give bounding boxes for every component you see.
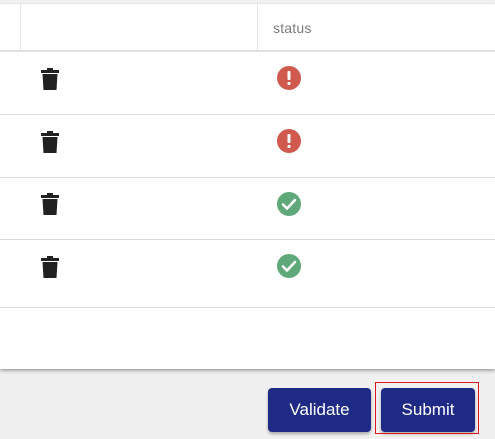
table-row <box>0 178 495 240</box>
data-table: status <box>0 4 495 369</box>
check-circle-icon <box>277 254 301 278</box>
trash-icon[interactable] <box>41 68 59 90</box>
exclamation-circle-icon <box>277 129 301 153</box>
column-divider <box>20 4 21 50</box>
table-row <box>0 115 495 178</box>
exclamation-circle-icon <box>277 66 301 90</box>
table-header-row: status <box>0 4 495 52</box>
trash-icon[interactable] <box>41 256 59 278</box>
table-row <box>0 52 495 115</box>
check-circle-icon <box>277 192 301 216</box>
submit-button[interactable]: Submit <box>381 388 475 432</box>
column-divider <box>257 4 258 50</box>
trash-icon[interactable] <box>41 131 59 153</box>
validate-button[interactable]: Validate <box>268 388 371 432</box>
table-row <box>0 240 495 308</box>
trash-icon[interactable] <box>41 193 59 215</box>
column-header-status: status <box>273 20 312 36</box>
page: status Validate Submit <box>0 0 495 439</box>
